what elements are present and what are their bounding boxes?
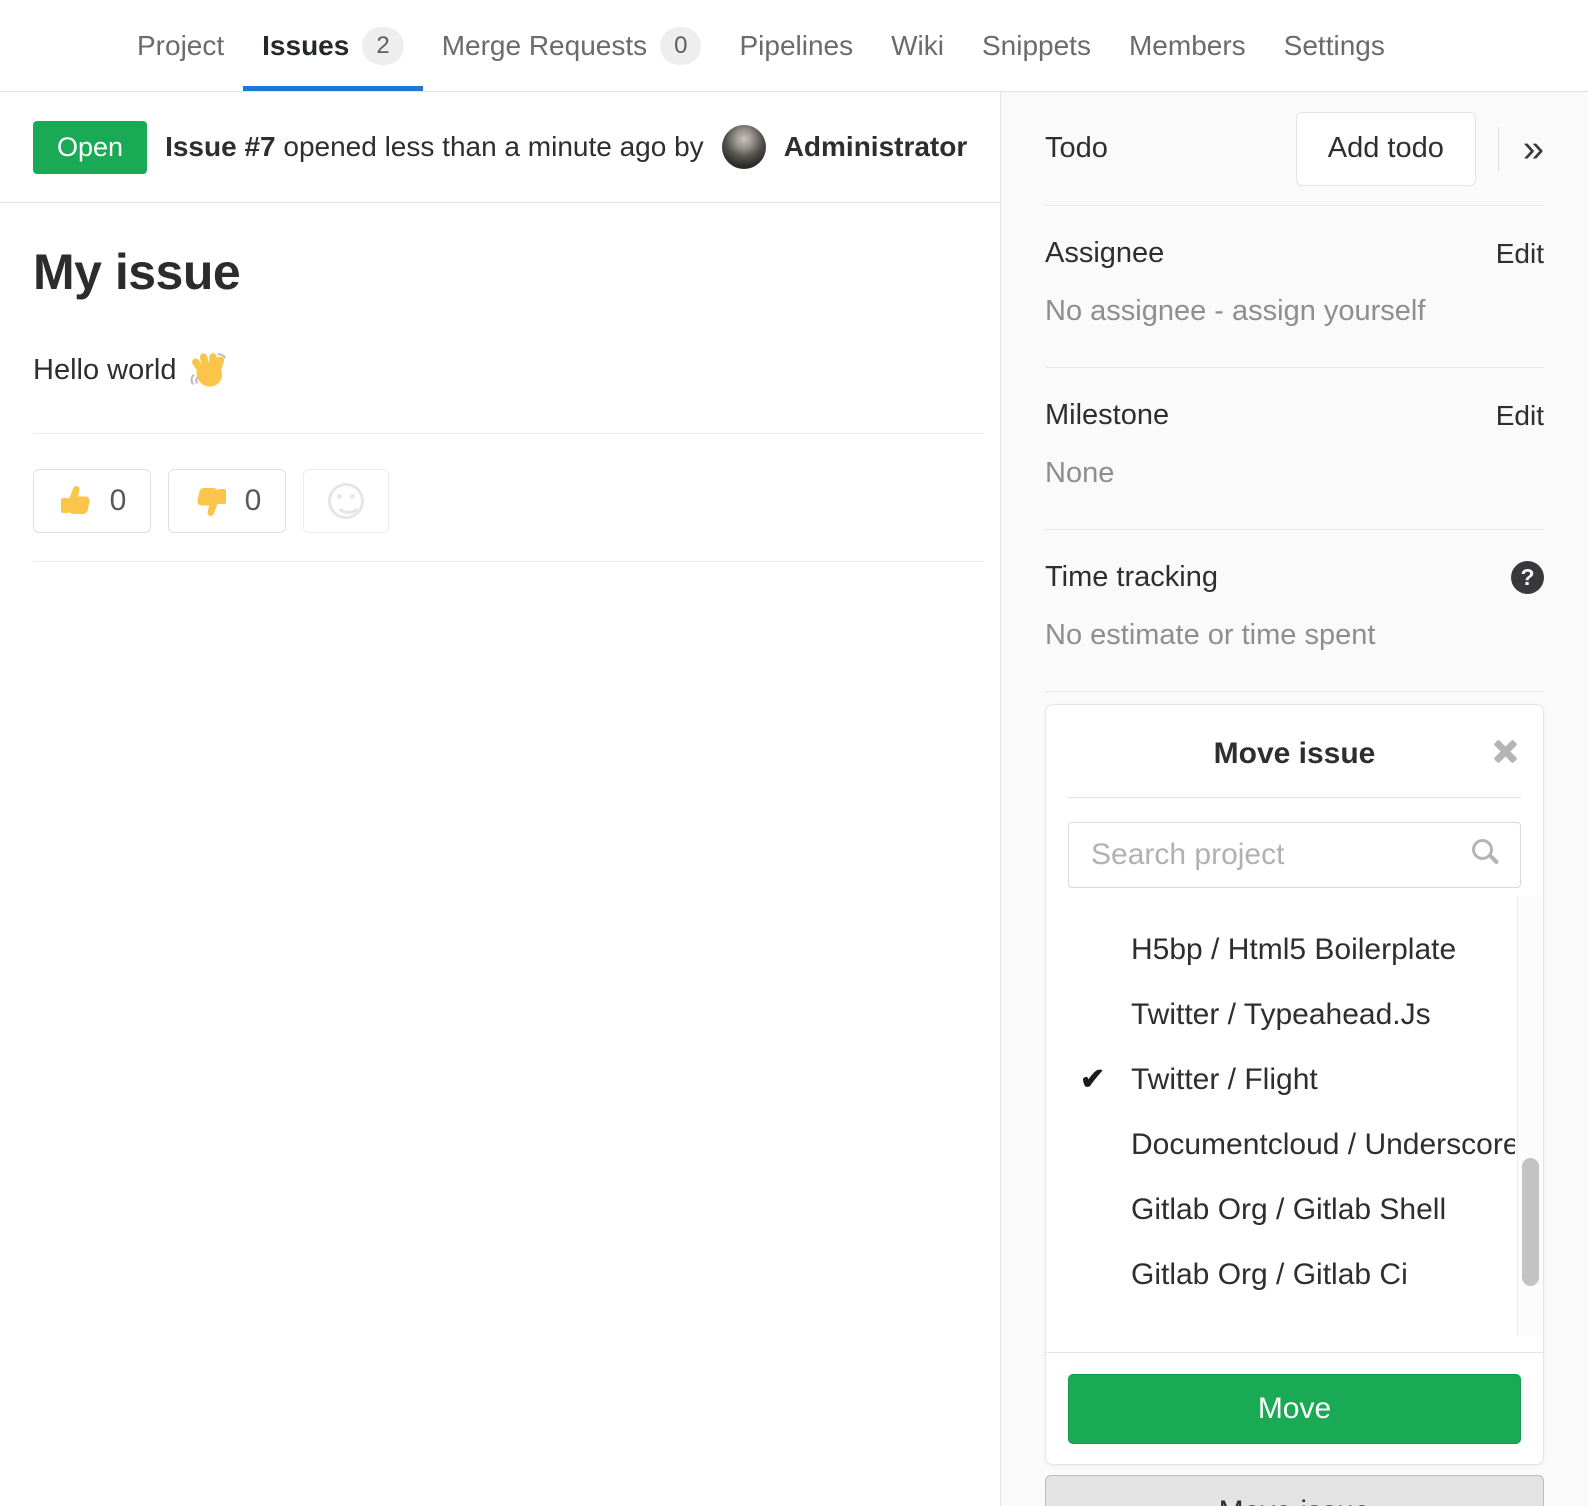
tab-label: Settings: [1284, 30, 1385, 62]
scrollbar-thumb[interactable]: [1522, 1158, 1539, 1286]
tab-project[interactable]: Project: [118, 0, 243, 91]
vertical-divider: [1498, 127, 1499, 171]
top-nav: Project Issues 2 Merge Requests 0 Pipeline…: [0, 0, 1588, 92]
issue-body-text: Hello world: [33, 354, 176, 387]
move-issue-panel-header: Move issue: [1068, 705, 1521, 798]
tab-label: Pipelines: [739, 30, 853, 62]
project-name: Gitlab Org / Gitlab Shell: [1131, 1193, 1446, 1226]
tab-label: Members: [1129, 30, 1246, 62]
add-reaction-button[interactable]: [303, 469, 389, 533]
smiley-icon: [328, 483, 364, 519]
tab-snippets[interactable]: Snippets: [963, 0, 1110, 91]
divider: [33, 433, 984, 434]
sidebar-collapse-icon[interactable]: »: [1523, 130, 1544, 168]
thumbs-down-icon: [193, 483, 229, 519]
milestone-value: None: [1045, 457, 1544, 490]
move-button[interactable]: Move: [1068, 1374, 1521, 1444]
divider: [33, 561, 984, 562]
thumbs-down-count: 0: [245, 484, 262, 518]
milestone-section: Milestone Edit None: [1045, 368, 1544, 530]
issue-title: My issue: [33, 243, 1000, 301]
issue-main: Open Issue #7 opened less than a minute …: [0, 92, 1001, 1506]
tab-label: Issues: [262, 30, 349, 62]
thumbs-down-button[interactable]: 0: [168, 469, 286, 533]
issue-opened-text: opened less than a minute ago by: [283, 131, 703, 162]
award-emoji-row: 0 0: [33, 469, 1000, 533]
assignee-label: Assignee: [1045, 237, 1164, 270]
project-name: Documentcloud / Underscore: [1131, 1128, 1515, 1161]
search-project-input[interactable]: [1068, 822, 1521, 888]
project-option[interactable]: Gitlab Org / Gitlab Shell: [1046, 1177, 1515, 1242]
issues-count-badge: 2: [362, 27, 403, 65]
move-issue-panel-footer: Move: [1046, 1352, 1543, 1464]
issue-sidebar: Todo Add todo » Assignee Edit No assigne…: [1001, 92, 1588, 1506]
tab-wiki[interactable]: Wiki: [872, 0, 963, 91]
search-icon: [1472, 839, 1493, 860]
status-badge: Open: [33, 121, 147, 174]
move-issue-panel: Move issue H5bp / Html5 Boilerplate Twit…: [1045, 704, 1544, 1465]
project-name: Twitter / Flight: [1131, 1063, 1318, 1096]
merge-requests-count-badge: 0: [660, 27, 701, 65]
issue-status-bar: Open Issue #7 opened less than a minute …: [0, 92, 1000, 203]
milestone-edit-link[interactable]: Edit: [1496, 400, 1544, 432]
project-option[interactable]: Documentcloud / Underscore: [1046, 1112, 1515, 1177]
project-option[interactable]: Gitlab Org / Gitlab Ci: [1046, 1242, 1515, 1307]
author-name[interactable]: Administrator: [784, 131, 968, 163]
assign-yourself-link[interactable]: assign yourself: [1232, 295, 1425, 327]
check-icon: ✔: [1080, 1047, 1105, 1112]
tab-settings[interactable]: Settings: [1265, 0, 1404, 91]
assignee-value: No assignee - assign yourself: [1045, 295, 1544, 328]
tab-members[interactable]: Members: [1110, 0, 1265, 91]
waving-hand-icon: [188, 349, 230, 391]
close-icon[interactable]: [1489, 735, 1521, 767]
tab-merge-requests[interactable]: Merge Requests 0: [423, 0, 721, 91]
time-tracking-label: Time tracking: [1045, 561, 1218, 594]
author-avatar[interactable]: [722, 125, 766, 169]
project-name: Twitter / Typeahead.Js: [1131, 998, 1431, 1031]
move-issue-panel-title: Move issue: [1214, 737, 1376, 770]
tab-label: Snippets: [982, 30, 1091, 62]
thumbs-up-icon: [58, 483, 94, 519]
no-assignee-text: No assignee -: [1045, 295, 1232, 327]
tab-issues[interactable]: Issues 2: [243, 0, 423, 91]
todo-label: Todo: [1045, 132, 1108, 165]
project-option[interactable]: H5bp / Html5 Boilerplate: [1046, 917, 1515, 982]
project-name: H5bp / Html5 Boilerplate: [1131, 933, 1456, 966]
tab-label: Wiki: [891, 30, 944, 62]
tab-pipelines[interactable]: Pipelines: [720, 0, 872, 91]
time-tracking-value: No estimate or time spent: [1045, 619, 1544, 652]
add-todo-button[interactable]: Add todo: [1296, 112, 1476, 186]
assignee-section: Assignee Edit No assignee - assign yours…: [1045, 206, 1544, 368]
issue-reference: Issue #7: [165, 131, 276, 162]
tab-label: Project: [137, 30, 224, 62]
move-issue-button[interactable]: Move issue: [1045, 1475, 1544, 1506]
help-icon[interactable]: ?: [1511, 561, 1544, 594]
tab-label: Merge Requests: [442, 30, 647, 62]
time-tracking-section: Time tracking ? No estimate or time spen…: [1045, 530, 1544, 692]
project-name: Gitlab Org / Gitlab Ci: [1131, 1258, 1408, 1291]
issue-meta-text: Issue #7 opened less than a minute ago b…: [165, 131, 704, 163]
thumbs-up-button[interactable]: 0: [33, 469, 151, 533]
todo-section: Todo Add todo »: [1045, 92, 1544, 206]
assignee-edit-link[interactable]: Edit: [1496, 238, 1544, 270]
project-search: [1068, 822, 1521, 888]
issue-description: Hello world: [33, 349, 1000, 391]
project-option[interactable]: Twitter / Typeahead.Js: [1046, 982, 1515, 1047]
milestone-label: Milestone: [1045, 399, 1169, 432]
project-list: H5bp / Html5 Boilerplate Twitter / Typea…: [1046, 896, 1543, 1336]
thumbs-up-count: 0: [110, 484, 127, 518]
project-option-selected[interactable]: ✔ Twitter / Flight: [1046, 1047, 1515, 1112]
